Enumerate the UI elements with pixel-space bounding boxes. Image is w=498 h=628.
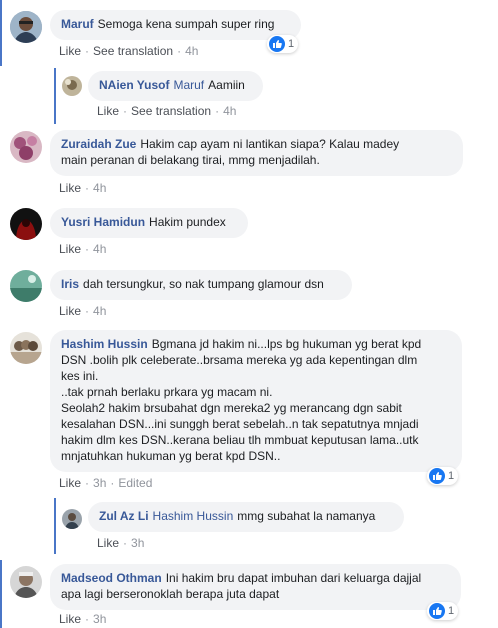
- see-translation-link[interactable]: See translation: [93, 44, 173, 58]
- reaction-number: 1: [288, 38, 295, 50]
- like-link[interactable]: Like: [59, 242, 81, 256]
- comment-actions: Like · 4h: [59, 181, 107, 195]
- comment-text: dah tersungkur, so nak tumpang glamour d…: [83, 277, 324, 291]
- comment-actions: Like · 4h: [59, 304, 107, 318]
- timestamp[interactable]: 3h: [93, 612, 106, 626]
- comment-actions: Like · See translation · 4h: [97, 104, 237, 118]
- avatar[interactable]: [62, 76, 82, 96]
- thumbs-up-icon: [269, 36, 285, 52]
- thumbs-up-icon: [429, 468, 445, 484]
- thumbs-up-icon: [429, 603, 445, 619]
- timestamp[interactable]: 4h: [93, 242, 106, 256]
- reaction-count[interactable]: 1: [267, 35, 299, 53]
- comment-author[interactable]: Zul Az Li: [99, 509, 149, 523]
- edited-label[interactable]: Edited: [118, 476, 152, 490]
- timestamp[interactable]: 4h: [185, 44, 198, 58]
- comment-author[interactable]: Madseod Othman: [61, 571, 162, 585]
- avatar[interactable]: [10, 208, 42, 240]
- avatar[interactable]: [10, 11, 42, 43]
- like-link[interactable]: Like: [59, 476, 81, 490]
- like-link[interactable]: Like: [59, 612, 81, 626]
- comment-text: Bgmana jd hakim ni...lps bg hukuman yg b…: [61, 337, 422, 463]
- thread-line: [54, 498, 56, 554]
- avatar[interactable]: [10, 270, 42, 302]
- reaction-count[interactable]: 1: [427, 602, 459, 620]
- like-link[interactable]: Like: [59, 181, 81, 195]
- comment-author[interactable]: Zuraidah Zue: [61, 137, 136, 151]
- comment-bubble: Maruf Semoga kena sumpah super ring: [50, 10, 301, 40]
- comment-bubble: Hashim Hussin Bgmana jd hakim ni...lps bg…: [50, 330, 462, 472]
- timestamp[interactable]: 4h: [93, 304, 106, 318]
- comment-author[interactable]: Hashim Hussin: [61, 337, 148, 351]
- comment-actions: Like · 3h: [97, 536, 145, 550]
- thread-line: [0, 560, 2, 628]
- comment-bubble: NAien Yusof Maruf Aamiin: [88, 71, 263, 101]
- mention-link[interactable]: Hashim Hussin: [153, 509, 234, 523]
- avatar[interactable]: [10, 332, 42, 364]
- timestamp[interactable]: 3h: [131, 536, 144, 550]
- mention-link[interactable]: Maruf: [173, 78, 204, 92]
- like-link[interactable]: Like: [59, 44, 81, 58]
- comment-actions: Like · 3h: [59, 612, 107, 626]
- timestamp[interactable]: 4h: [93, 181, 106, 195]
- comment-bubble: Zuraidah Zue Hakim cap ayam ni lantikan s…: [50, 130, 463, 176]
- like-link[interactable]: Like: [97, 104, 119, 118]
- timestamp[interactable]: 4h: [223, 104, 236, 118]
- see-translation-link[interactable]: See translation: [131, 104, 211, 118]
- comment-author[interactable]: Iris: [61, 277, 79, 291]
- comment-bubble: Iris dah tersungkur, so nak tumpang glamo…: [50, 270, 352, 300]
- comment-bubble: Madseod Othman Ini hakim bru dapat imbuha…: [50, 564, 461, 610]
- comment-text: Hakim pundex: [149, 215, 226, 229]
- avatar[interactable]: [10, 131, 42, 163]
- like-link[interactable]: Like: [59, 304, 81, 318]
- comment-author[interactable]: Yusri Hamidun: [61, 215, 145, 229]
- comment-bubble: Zul Az Li Hashim Hussin mmg subahat la nam…: [88, 502, 404, 532]
- like-link[interactable]: Like: [97, 536, 119, 550]
- avatar[interactable]: [10, 566, 42, 598]
- avatar[interactable]: [62, 509, 82, 529]
- reaction-number: 1: [448, 605, 455, 617]
- comment-bubble: Yusri Hamidun Hakim pundex: [50, 208, 248, 238]
- reaction-number: 1: [448, 470, 455, 482]
- comment-actions: Like · See translation · 4h: [59, 44, 199, 58]
- timestamp[interactable]: 3h: [93, 476, 106, 490]
- comment-text: Semoga kena sumpah super ring: [97, 17, 275, 31]
- thread-line: [0, 0, 2, 66]
- reaction-count[interactable]: 1: [427, 467, 459, 485]
- comment-text: mmg subahat la namanya: [237, 509, 376, 523]
- comment-author[interactable]: Maruf: [61, 17, 94, 31]
- thread-line: [54, 68, 56, 124]
- comment-actions: Like · 3h · Edited: [59, 476, 153, 490]
- comment-actions: Like · 4h: [59, 242, 107, 256]
- comment-text: Aamiin: [208, 78, 245, 92]
- comment-author[interactable]: NAien Yusof: [99, 78, 169, 92]
